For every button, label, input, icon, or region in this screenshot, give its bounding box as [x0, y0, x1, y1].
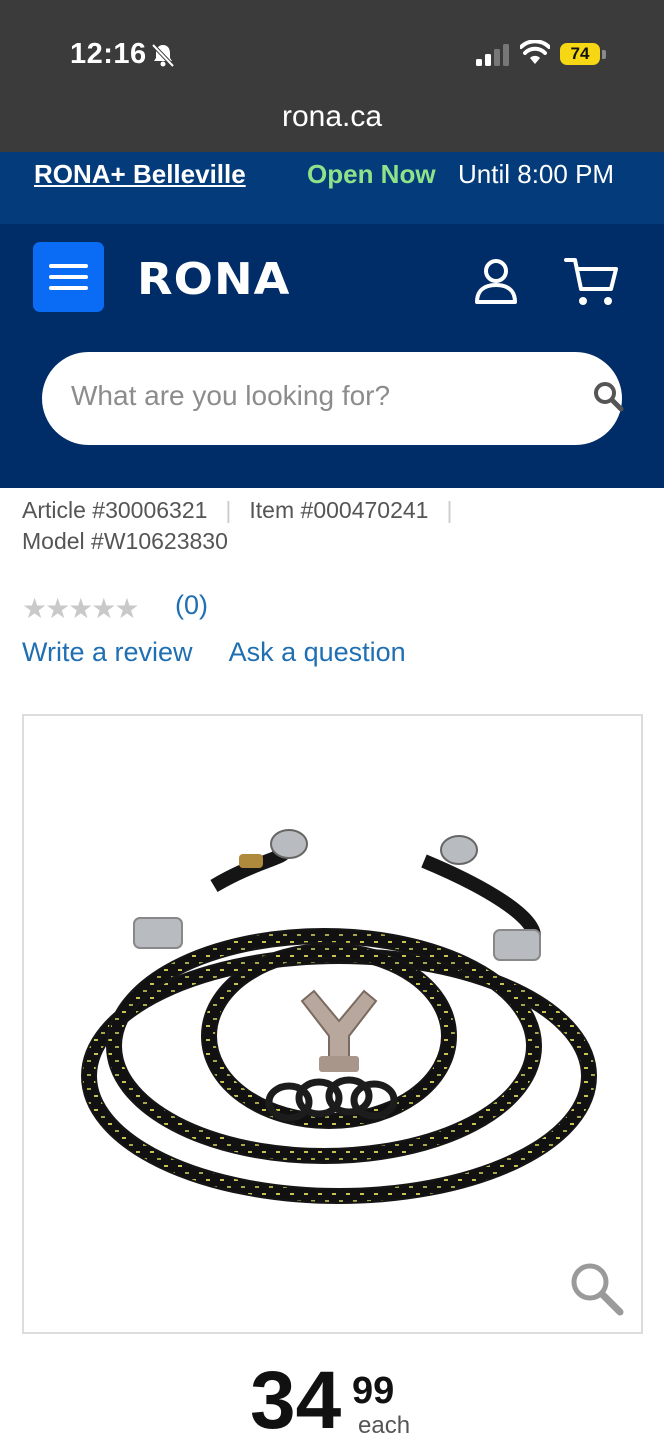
url-bar[interactable]: rona.ca: [0, 100, 664, 134]
store-bar: RONA+ Belleville Open Now Until 8:00 PM: [0, 152, 664, 224]
bell-muted-icon: [151, 43, 175, 68]
divider: |: [225, 497, 232, 523]
menu-button[interactable]: [33, 242, 104, 312]
store-link[interactable]: RONA+ Belleville: [34, 159, 246, 190]
review-links: Write a review Ask a question: [22, 637, 436, 668]
store-hours: Until 8:00 PM: [458, 159, 615, 189]
product-identifiers: Article #30006321 | Item #000470241 | Model…: [22, 495, 642, 557]
article-number: Article #30006321: [22, 497, 208, 523]
write-review-link[interactable]: Write a review: [22, 637, 193, 667]
zoom-icon[interactable]: [568, 1260, 624, 1316]
item-number: Item #000470241: [249, 497, 429, 523]
star-rating-icon: ★★★★★: [22, 593, 140, 624]
model-number: Model #W10623830: [22, 528, 228, 554]
divider: |: [446, 497, 453, 523]
product-image: [81, 829, 597, 1204]
price-dollars: 34: [250, 1355, 342, 1440]
search-input[interactable]: [71, 380, 531, 412]
hamburger-icon: [49, 264, 88, 268]
wifi-icon: [520, 40, 550, 64]
hamburger-icon: [49, 286, 88, 290]
search-bar: [42, 352, 624, 445]
browser-top-bar: 12:16 74 rona.ca: [0, 0, 664, 152]
battery-nub: [602, 50, 606, 59]
battery-indicator: 74: [560, 43, 600, 65]
product-image-container[interactable]: [22, 714, 643, 1334]
rating-count[interactable]: (0): [175, 590, 208, 621]
price-cents: 99: [352, 1370, 395, 1412]
rona-logo[interactable]: RONA: [137, 254, 290, 305]
signal-icon: [476, 44, 509, 66]
search-icon[interactable]: [592, 380, 624, 412]
status-time: 12:16: [70, 38, 147, 70]
cart-icon[interactable]: [563, 256, 619, 308]
account-icon[interactable]: [474, 258, 518, 304]
open-status: Open Now: [307, 159, 436, 189]
ask-question-link[interactable]: Ask a question: [229, 637, 406, 667]
site-header: RONA: [0, 224, 664, 488]
hamburger-icon: [49, 275, 88, 279]
price-unit: each: [358, 1412, 411, 1439]
